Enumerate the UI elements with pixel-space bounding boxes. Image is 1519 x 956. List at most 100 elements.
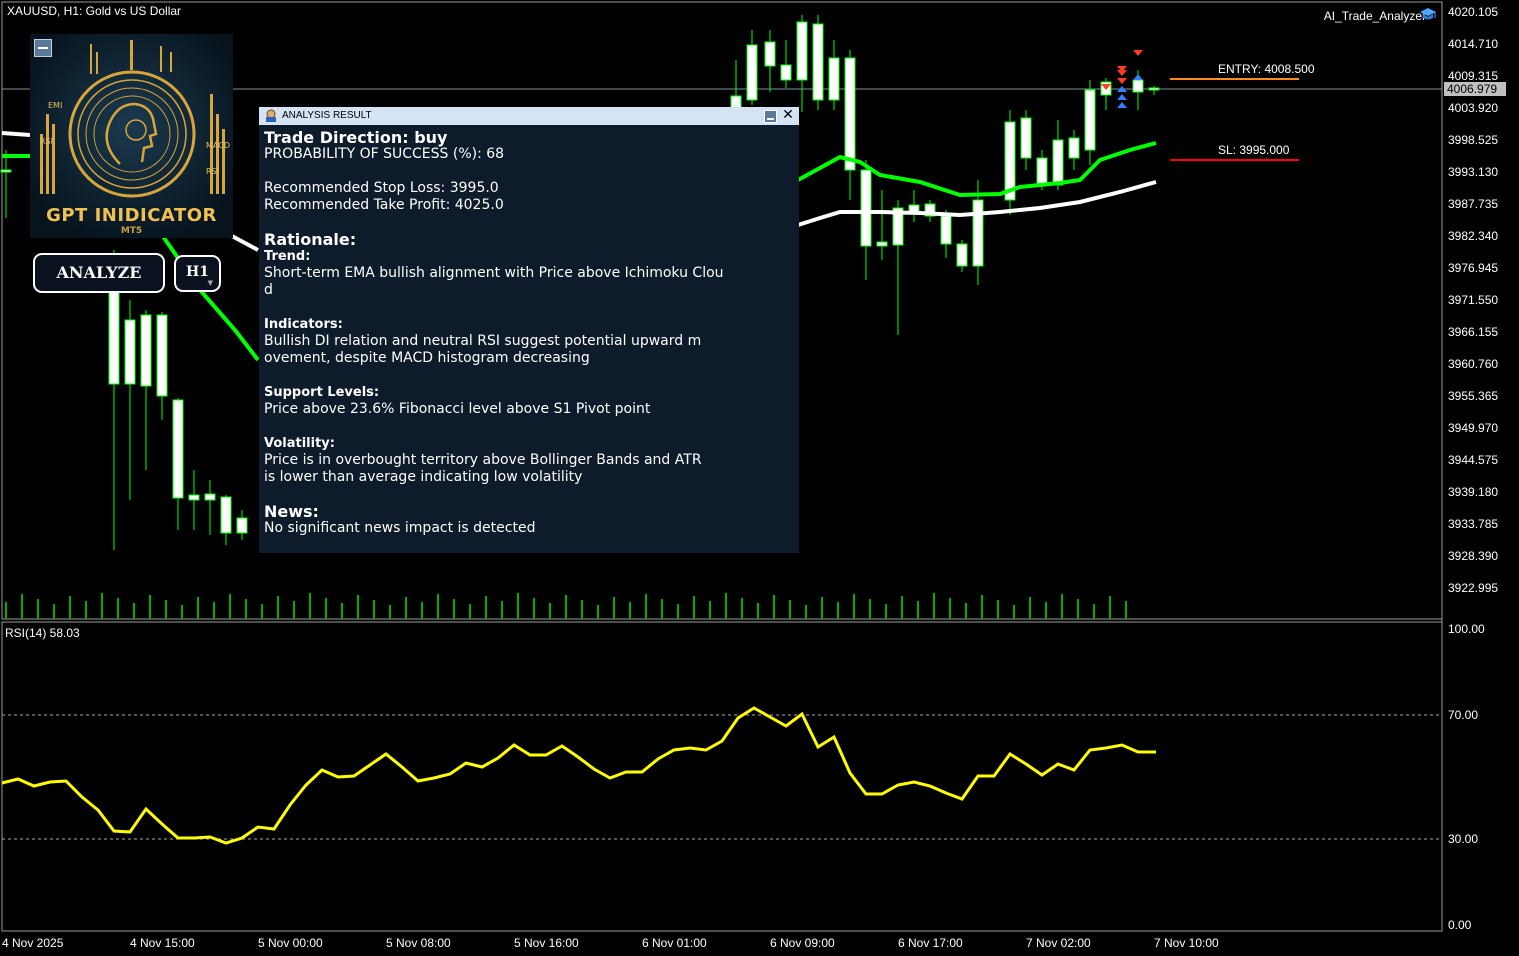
candle-body	[746, 44, 758, 101]
trend-heading: Trend:	[264, 249, 311, 264]
expert-advisor-name: AI_Trade_Analyzer	[1323, 9, 1426, 23]
candle-body	[188, 494, 200, 501]
candle-body	[1084, 89, 1096, 151]
price-axis-label: 3960.760	[1448, 357, 1499, 371]
analysis-result-dialog: ANALYSIS RESULT ✕ Trade Direction: buy P…	[259, 107, 799, 553]
price-axis-label: 3987.735	[1448, 197, 1499, 211]
price-axis-label: 3944.575	[1448, 453, 1499, 467]
chevron-down-icon: ▼	[207, 278, 213, 287]
volatility-heading: Volatility:	[264, 436, 335, 451]
candle-body	[972, 199, 984, 267]
analyzer-app-icon	[266, 109, 276, 122]
timeframe-selector[interactable]: H1 ▼	[174, 255, 221, 292]
candle-body	[140, 314, 152, 387]
time-axis-label: 5 Nov 08:00	[386, 936, 451, 950]
candle-body	[220, 496, 232, 534]
time-axis-label: 7 Nov 02:00	[1026, 936, 1091, 950]
price-axis-label: 4003.920	[1448, 101, 1499, 115]
svg-text:MACD: MACD	[206, 141, 230, 150]
candle-body	[1132, 79, 1144, 93]
price-axis-label: 4014.710	[1448, 37, 1499, 51]
candle-body	[0, 169, 12, 173]
rsi-line	[1, 706, 1156, 845]
candle-body	[764, 41, 776, 67]
price-axis-label: 3955.365	[1448, 389, 1499, 403]
price-axis-label: 3966.155	[1448, 325, 1499, 339]
candle-body	[124, 319, 136, 385]
volume-bars	[5, 593, 1127, 619]
news-text: No significant news impact is detected	[264, 520, 536, 536]
graduation-cap-icon	[1420, 8, 1436, 20]
rsi-chart-frame	[1, 621, 1443, 932]
volatility-text: Price is in overbought territory above B…	[264, 452, 702, 485]
timeframe-value: H1	[186, 264, 209, 280]
candle-body	[780, 64, 792, 81]
rsi-indicator-title: RSI(14) 58.03	[5, 626, 80, 640]
trade-arrows	[1101, 50, 1143, 108]
candle-body	[956, 243, 968, 267]
candle-body	[1148, 87, 1160, 91]
trend-text: Short-term EMA bullish alignment with Pr…	[264, 265, 724, 298]
time-axis-label: 5 Nov 16:00	[514, 936, 579, 950]
candle-body	[1036, 157, 1048, 185]
price-axis-label: 4020.105	[1448, 5, 1499, 19]
rsi-axis-label: 70.00	[1448, 708, 1479, 722]
price-axis-label: 3971.550	[1448, 293, 1499, 307]
time-axis-label: 4 Nov 2025	[2, 936, 64, 950]
candle-body	[172, 399, 184, 499]
indicators-text: Bullish DI relation and neutral RSI sugg…	[264, 333, 702, 366]
candle-body	[812, 23, 824, 101]
rsi-axis-label: 30.00	[1448, 832, 1479, 846]
candle-body	[204, 493, 216, 501]
news-heading: News:	[264, 502, 319, 521]
candle-body	[876, 241, 888, 247]
dialog-title: ANALYSIS RESULT	[282, 110, 372, 121]
logo-subtitle: MT5	[120, 226, 143, 236]
candle-body	[108, 289, 120, 385]
sl-level-label: SL: 3995.000	[1218, 143, 1290, 157]
price-axis-label: 3933.785	[1448, 517, 1499, 531]
time-axis-label: 6 Nov 09:00	[770, 936, 835, 950]
rsi-axis-label: 100.00	[1448, 622, 1485, 636]
logo-minimize-button[interactable]	[34, 39, 52, 57]
time-axis-label: 7 Nov 10:00	[1154, 936, 1219, 950]
candle-body	[860, 169, 872, 247]
logo-title: GPT INIDICATOR	[46, 205, 217, 226]
price-axis-label: 3949.970	[1448, 421, 1499, 435]
candle-body	[828, 57, 840, 101]
candle-body	[940, 215, 952, 245]
recommended-stop-loss: Recommended Stop Loss: 3995.0	[264, 180, 499, 196]
trade-direction: Trade Direction: buy	[264, 128, 448, 147]
candle-body	[1020, 117, 1032, 159]
price-axis-label: 3922.995	[1448, 581, 1499, 595]
price-axis-label: 3998.525	[1448, 133, 1499, 147]
close-icon[interactable]: ✕	[781, 108, 795, 123]
candle-body	[236, 517, 248, 534]
dialog-body: Trade Direction: buy PROBABILITY OF SUCC…	[264, 129, 794, 537]
time-axis-label: 5 Nov 00:00	[258, 936, 323, 950]
time-axis-label: 6 Nov 17:00	[898, 936, 963, 950]
candle-body	[844, 57, 856, 171]
price-axis-label: 3928.390	[1448, 549, 1499, 563]
candle-body	[796, 21, 808, 81]
price-axis-label: 3939.180	[1448, 485, 1499, 499]
minimize-icon[interactable]	[764, 110, 777, 123]
price-axis-label: 3976.945	[1448, 261, 1499, 275]
candle-body	[1052, 139, 1064, 186]
symbol-title: XAUUSD, H1: Gold vs US Dollar	[7, 4, 182, 18]
svg-text:EMI: EMI	[48, 101, 62, 110]
candle-body	[1068, 137, 1080, 159]
svg-text:RSI: RSI	[206, 167, 219, 176]
recommended-take-profit: Recommended Take Profit: 4025.0	[264, 197, 504, 213]
price-axis-label: 3993.130	[1448, 165, 1499, 179]
probability-of-success: PROBABILITY OF SUCCESS (%): 68	[264, 146, 505, 162]
indicators-heading: Indicators:	[264, 317, 343, 332]
current-price-tag: 4006.979	[1444, 82, 1506, 96]
analyze-button[interactable]: ANALYZE	[33, 253, 165, 293]
candle-body	[156, 314, 168, 397]
price-axis-label: 4009.315	[1448, 69, 1499, 83]
rationale-heading: Rationale:	[264, 230, 357, 249]
support-levels-text: Price above 23.6% Fibonacci level above …	[264, 401, 651, 417]
dialog-titlebar[interactable]: ANALYSIS RESULT ✕	[259, 107, 799, 125]
entry-level-label: ENTRY: 4008.500	[1218, 62, 1315, 76]
